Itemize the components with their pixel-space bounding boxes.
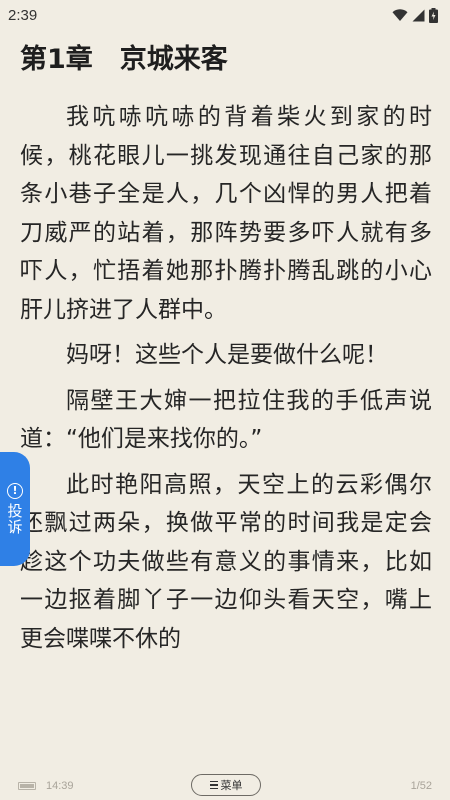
signal-icon: [412, 9, 425, 21]
paragraph: 我吭哧吭哧的背着柴火到家的时候，桃花眼儿一挑发现通往自己家的那条小巷子全是人，几…: [20, 104, 432, 323]
page-indicator: 1/52: [410, 780, 432, 792]
paragraph: 此时艳阳高照，天空上的云彩偶尔还飘过两朵，换做平常的时间我是定会趁这个功夫做些有…: [20, 471, 432, 652]
complaint-button[interactable]: ! 投诉: [0, 452, 30, 566]
paragraph: 隔壁王大婶一把拉住我的手低声说道：“他们是来找你的。”: [20, 387, 432, 453]
menu-label: 菜单: [220, 779, 243, 792]
paragraph: 妈呀！这些个人是要做什么呢！: [66, 342, 388, 368]
footer-time: 14:39: [46, 780, 74, 792]
chapter-title: 第1章 京城来客: [20, 44, 228, 75]
status-bar: 2:39: [0, 0, 450, 30]
menu-icon: [209, 780, 218, 790]
wifi-icon: [392, 8, 408, 21]
complaint-label: 投诉: [5, 503, 24, 535]
battery-charging-icon: [429, 7, 438, 23]
reader-footer: 14:39 菜单 1/52: [0, 772, 450, 800]
status-icons: [392, 7, 438, 23]
battery-icon: [18, 782, 36, 790]
chapter-content: 我吭哧吭哧的背着柴火到家的时候，桃花眼儿一挑发现通往自己家的那条小巷子全是人，几…: [20, 98, 432, 665]
status-time: 2:39: [8, 6, 38, 24]
menu-button[interactable]: 菜单: [191, 774, 261, 796]
alert-circle-icon: !: [7, 483, 23, 499]
footer-left: 14:39: [18, 780, 74, 792]
